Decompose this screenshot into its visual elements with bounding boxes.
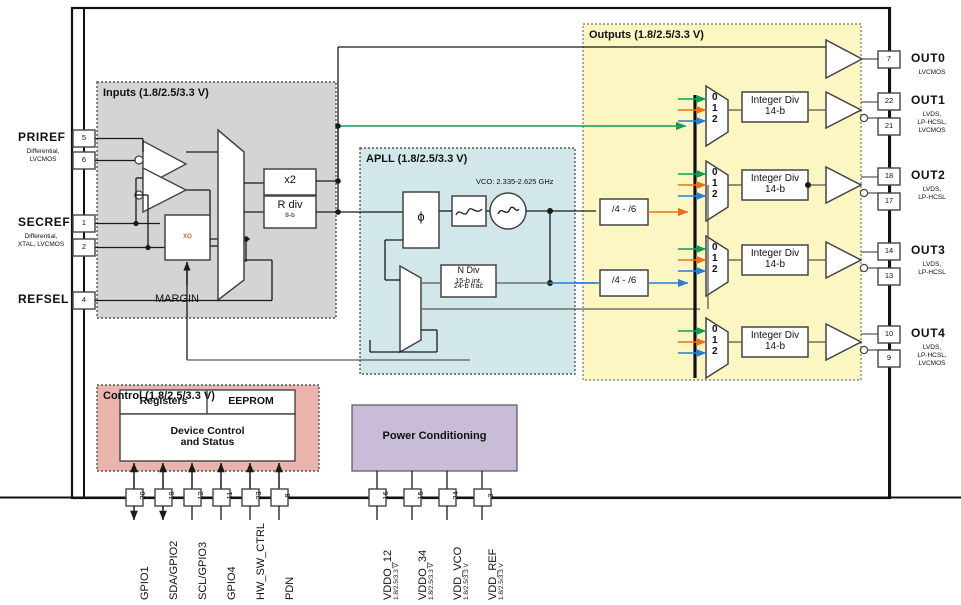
pin-number-2[interactable]: 2 <box>73 243 95 251</box>
port-sublabel-priref: Differential, LVCMOS <box>26 148 60 164</box>
mux-out1-input-1: 1 <box>712 103 718 114</box>
pin-label-scl-gpio3: SCL/GPIO3 <box>197 541 209 600</box>
pin-number-8[interactable]: 8 <box>283 487 292 504</box>
port-label-out2: OUT2 <box>911 168 946 182</box>
port-sublabel-out0: LVCMOS <box>918 69 946 76</box>
integer-div-out4-sublabel: 14-b <box>764 341 785 352</box>
pin-number-23[interactable]: 23 <box>254 487 263 504</box>
port-sublabel-out3: LVDS, LP-HCSL <box>918 261 946 277</box>
pin-sublabel-vdd-vco: 1.8/2.5/3.3 V <box>463 563 470 600</box>
pin-number-22[interactable]: 22 <box>878 97 900 105</box>
pin-number-6[interactable]: 6 <box>73 156 95 164</box>
pin-label-hw-sw-ctrl: HW_SW_CTRL <box>255 522 267 600</box>
vco-range-label: VCO: 2.335-2.625 GHz <box>476 177 554 186</box>
pin-number-15[interactable]: 15 <box>416 487 425 504</box>
pin-number-13[interactable]: 13 <box>878 272 900 280</box>
port-label-out0: OUT0 <box>911 51 946 65</box>
integer-div-out3-label: Integer Div <box>750 248 800 259</box>
device-control-block-label: Device Control and Status <box>170 425 245 449</box>
mux-out1-input-0: 0 <box>712 92 718 103</box>
integer-div-out3-sublabel: 14-b <box>764 259 785 270</box>
pin-number-14[interactable]: 14 <box>878 247 900 255</box>
ndiv-block-label: N Div <box>457 265 480 275</box>
port-label-out4: OUT4 <box>911 326 946 340</box>
section-title-apll: APLL (1.8/2.5/3.3 V) <box>366 153 468 165</box>
port-label-priref: PRIREF <box>18 130 66 144</box>
registers-block-label: Registers <box>139 395 188 407</box>
pin-number-1[interactable]: 1 <box>73 219 95 227</box>
mux-out3-input-2: 2 <box>712 264 718 275</box>
pin-sublabel-vddo-34: 1.8/2.5/3.3 V <box>428 563 435 600</box>
port-sublabel-out1: LVDS, LP-HCSL, LVCMOS <box>917 111 947 135</box>
pin-number-12[interactable]: 12 <box>196 487 205 504</box>
divider-block-2-label: /4 - /6 <box>611 275 637 286</box>
port-label-secref: SECREF <box>18 215 71 229</box>
pin-number-21[interactable]: 21 <box>878 122 900 130</box>
pin-number-24[interactable]: 24 <box>451 487 460 504</box>
integer-div-out1-label: Integer Div <box>750 95 800 106</box>
port-sublabel-out4: LVDS, LP-HCSL, LVCMOS <box>917 344 947 368</box>
margin-label: MARGIN <box>155 293 199 305</box>
mux-out4-input-1: 1 <box>712 335 718 346</box>
pin-sublabel-vddo-12: 1.8/2.5/3.3 V <box>393 563 400 600</box>
pin-sublabel-vdd-ref: 1.8/2.5/3.3 V <box>498 563 505 600</box>
mux-out3-input-0: 0 <box>712 242 718 253</box>
pin-number-18[interactable]: 18 <box>878 172 900 180</box>
mux-out4-input-0: 0 <box>712 324 718 335</box>
pin-number-4[interactable]: 4 <box>73 296 95 304</box>
mux-out1-input-2: 2 <box>712 114 718 125</box>
xo-block-label: XO <box>183 234 192 240</box>
pin-number-11[interactable]: 11 <box>225 487 234 504</box>
pin-label-gpio4: GPIO4 <box>226 566 238 600</box>
section-title-outputs: Outputs (1.8/2.5/3.3 V) <box>589 29 704 41</box>
block-diagram-canvas: Inputs (1.8/2.5/3.3 V) APLL (1.8/2.5/3.3… <box>0 0 961 605</box>
eeprom-block-label: EEPROM <box>228 395 274 407</box>
mux-out2-input-1: 1 <box>712 178 718 189</box>
divider-block-1-label: /4 - /6 <box>611 204 637 215</box>
mux-out2-input-0: 0 <box>712 167 718 178</box>
section-title-inputs: Inputs (1.8/2.5/3.3 V) <box>103 87 209 99</box>
power-conditioning-label: Power Conditioning <box>382 430 487 442</box>
pin-number-19[interactable]: 19 <box>167 487 176 504</box>
port-label-out3: OUT3 <box>911 243 946 257</box>
pin-number-7[interactable]: 7 <box>878 55 900 63</box>
ndiv-block-sublabel-frac: 24-b frac <box>453 281 484 290</box>
integer-div-out2-label: Integer Div <box>750 173 800 184</box>
integer-div-out1-sublabel: 14-b <box>764 106 785 117</box>
rdiv-block-label: R div <box>277 199 303 211</box>
pin-number-16[interactable]: 16 <box>381 487 390 504</box>
pin-number-5[interactable]: 5 <box>73 134 95 142</box>
pin-number-3[interactable]: 3 <box>486 487 495 504</box>
port-label-refsel: REFSEL <box>18 292 69 306</box>
pin-label-pdn: PDN <box>284 576 296 600</box>
port-sublabel-out2: LVDS, LP-HCSL <box>918 186 946 202</box>
port-sublabel-secref: Differential, XTAL, LVCMOS <box>17 233 65 249</box>
pin-label-gpio1: GPIO1 <box>139 566 151 600</box>
mux-out2-input-2: 2 <box>712 189 718 200</box>
integer-div-out2-sublabel: 14-b <box>764 184 785 195</box>
phase-detector-label: ϕ <box>417 209 425 224</box>
pin-number-10[interactable]: 10 <box>878 330 900 338</box>
rdiv-block-sublabel: 8-b <box>285 212 295 219</box>
port-label-out1: OUT1 <box>911 93 946 107</box>
pin-label-sda-gpio2: SDA/GPIO2 <box>168 540 180 600</box>
pin-number-17[interactable]: 17 <box>878 197 900 205</box>
doubler-block-label: x2 <box>284 174 296 186</box>
pin-number-20[interactable]: 20 <box>138 487 147 504</box>
pin-number-9[interactable]: 9 <box>878 354 900 362</box>
mux-out4-input-2: 2 <box>712 346 718 357</box>
integer-div-out4-label: Integer Div <box>750 330 800 341</box>
mux-out3-input-1: 1 <box>712 253 718 264</box>
